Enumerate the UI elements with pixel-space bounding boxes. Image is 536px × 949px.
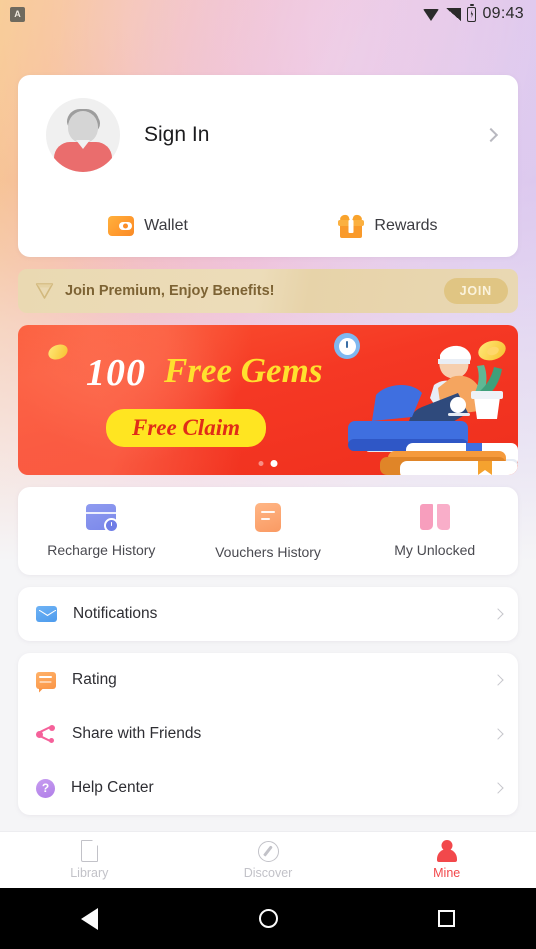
sign-in-row[interactable]: Sign In xyxy=(18,75,518,195)
menu-item-label: Notifications xyxy=(73,605,158,622)
tab-discover-label: Discover xyxy=(243,865,293,880)
compass-icon xyxy=(257,840,279,862)
diamond-icon xyxy=(35,283,54,299)
nav-recents-button[interactable] xyxy=(357,910,536,927)
status-bar-right: 09:43 xyxy=(423,5,524,23)
menu-item-notifications[interactable]: Notifications xyxy=(18,587,518,641)
chevron-right-icon xyxy=(492,608,504,620)
tab-mine-label: Mine xyxy=(433,866,461,880)
vouchers-history-action[interactable]: Vouchers History xyxy=(185,502,352,560)
menu-group-notifications: Notifications xyxy=(18,587,518,641)
user-avatar[interactable] xyxy=(46,98,120,172)
banner-pagination[interactable] xyxy=(258,460,278,467)
my-unlocked-label: My Unlocked xyxy=(394,542,476,558)
chevron-right-icon xyxy=(492,782,504,794)
signal-icon xyxy=(446,7,462,21)
voucher-history-icon xyxy=(255,502,281,532)
mail-icon xyxy=(36,606,57,622)
recents-square-icon xyxy=(438,910,456,927)
premium-banner-text: Join Premium, Enjoy Benefits! xyxy=(65,283,275,299)
battery-charging-icon xyxy=(467,6,477,22)
recharge-history-icon xyxy=(86,504,120,533)
menu-item-label: Rating xyxy=(72,671,117,688)
free-claim-button[interactable]: Free Claim xyxy=(106,409,266,447)
promo-banner[interactable]: 100 Free Gems Free Claim xyxy=(18,325,518,475)
status-bar: A 09:43 xyxy=(0,0,536,28)
reading-illustration xyxy=(348,345,518,475)
sign-in-label: Sign In xyxy=(144,123,210,146)
menu-item-label: Share with Friends xyxy=(72,725,202,742)
gift-icon xyxy=(338,213,365,238)
menu-group-settings: Rating Share with Friends ? Help Center xyxy=(18,653,518,815)
profile-card: Sign In Wallet Rewards xyxy=(18,75,518,257)
chevron-right-icon xyxy=(483,127,499,143)
recharge-history-action[interactable]: Recharge History xyxy=(18,504,185,558)
app-screen: A 09:43 Sign In Wallet Rewards Join Prem… xyxy=(0,0,536,949)
promo-headline: Free Gems xyxy=(164,351,323,390)
rewards-shortcut[interactable]: Rewards xyxy=(268,213,508,238)
menu-item-label: Help Center xyxy=(71,779,154,796)
home-circle-icon xyxy=(258,909,278,928)
wallet-icon xyxy=(108,216,135,236)
chevron-right-icon xyxy=(492,674,504,686)
page-dot-active[interactable] xyxy=(270,460,278,467)
wallet-label: Wallet xyxy=(144,217,188,234)
tab-mine[interactable]: Mine xyxy=(357,832,536,888)
chat-bubble-icon xyxy=(36,671,56,689)
share-icon xyxy=(36,725,56,743)
nav-home-button[interactable] xyxy=(179,909,358,928)
android-nav-bar xyxy=(0,888,536,949)
question-mark-icon: ? xyxy=(36,778,55,798)
tab-library-label: Library xyxy=(70,866,109,880)
avatar-head xyxy=(68,111,98,143)
chevron-right-icon xyxy=(492,728,504,740)
person-icon xyxy=(436,840,457,862)
promo-amount: 100 xyxy=(86,352,146,394)
open-book-icon xyxy=(419,504,450,530)
join-button[interactable]: JOIN xyxy=(443,278,508,304)
coin-icon xyxy=(46,341,70,363)
vouchers-history-label: Vouchers History xyxy=(215,543,321,560)
wifi-icon xyxy=(423,8,440,21)
back-triangle-icon xyxy=(80,907,98,930)
menu-item-rating[interactable]: Rating xyxy=(18,653,518,707)
status-bar-clock: 09:43 xyxy=(482,5,524,22)
my-unlocked-action[interactable]: My Unlocked xyxy=(351,504,518,558)
page-dot[interactable] xyxy=(258,461,264,466)
profile-shortcuts: Wallet Rewards xyxy=(18,195,518,257)
rewards-label: Rewards xyxy=(374,217,438,234)
recharge-history-label: Recharge History xyxy=(47,542,156,558)
app-badge-icon: A xyxy=(10,6,25,22)
premium-banner[interactable]: Join Premium, Enjoy Benefits! JOIN xyxy=(18,269,518,313)
quick-actions-card: Recharge History Vouchers History My Unl… xyxy=(18,487,518,575)
tab-library[interactable]: Library xyxy=(0,832,179,888)
nav-back-button[interactable] xyxy=(0,907,179,930)
wallet-shortcut[interactable]: Wallet xyxy=(28,216,268,236)
book-outline-icon xyxy=(80,840,98,862)
tab-discover[interactable]: Discover xyxy=(179,832,358,888)
menu-item-help-center[interactable]: ? Help Center xyxy=(18,761,518,815)
bottom-tab-bar: Library Discover Mine xyxy=(0,831,536,888)
menu-item-share[interactable]: Share with Friends xyxy=(18,707,518,761)
scroll-content: Sign In Wallet Rewards Join Premium, Enj… xyxy=(0,28,536,833)
